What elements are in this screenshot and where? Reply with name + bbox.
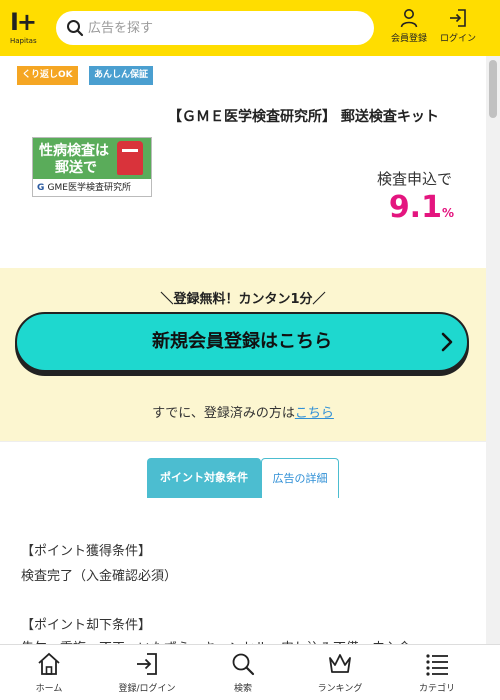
login-button[interactable]: ログイン xyxy=(434,8,482,48)
nav-ranking-label: ランキング xyxy=(317,684,363,694)
register-button[interactable]: 会員登録 xyxy=(385,8,433,48)
nav-search-label: 検索 xyxy=(233,684,252,694)
login-icon xyxy=(137,653,157,675)
home-icon xyxy=(38,652,60,675)
product-image-line2: 郵送で xyxy=(55,160,97,176)
reward-label: 検査申込で xyxy=(376,170,452,188)
reward-unit: % xyxy=(441,206,454,220)
search-input[interactable] xyxy=(88,11,364,45)
login-icon xyxy=(450,9,466,27)
scrollbar-thumb[interactable] xyxy=(489,60,497,118)
tabs-divider xyxy=(0,441,486,442)
logo-text: Hapitas xyxy=(10,37,37,45)
page-scrollbar[interactable] xyxy=(486,56,500,644)
register-button-label: 新規会員登録はこちら xyxy=(152,331,332,352)
tab-point-conditions[interactable]: ポイント対象条件 xyxy=(147,458,261,498)
product-image-brand-text: GME医学検査研究所 xyxy=(47,183,131,193)
login-prompt: すでに、登録済みの方は xyxy=(152,406,295,421)
brand-mark-icon: G xyxy=(37,183,48,193)
existing-member-login: すでに、登録済みの方はこちら xyxy=(0,402,486,421)
reward-value: 9.1 xyxy=(388,190,442,225)
logo-mark: I+ xyxy=(10,8,37,36)
badge-guarantee: あんしん保証 xyxy=(89,66,154,85)
bottom-nav: ホーム 登録/ログイン 検索 ランキング カテゴリ xyxy=(0,644,500,700)
product-image: 性病検査は 郵送で G GME医学検査研究所 xyxy=(32,137,152,197)
product-image-brand: G GME医学検査研究所 xyxy=(33,179,151,196)
crown-icon xyxy=(329,654,351,673)
nav-home-label: ホーム xyxy=(35,684,63,694)
chevron-right-icon xyxy=(441,332,453,352)
nav-category[interactable]: カテゴリ xyxy=(388,649,486,699)
search-icon xyxy=(232,653,255,676)
nav-category-label: カテゴリ xyxy=(418,684,455,694)
condition-heading-reject: 【ポイント却下条件】 xyxy=(21,618,152,633)
nav-login[interactable]: 登録/ログイン xyxy=(98,649,196,699)
new-member-register-button[interactable]: 新規会員登録はこちら xyxy=(15,312,469,372)
nav-login-label: 登録/ログイン xyxy=(118,684,176,694)
search-icon xyxy=(67,20,84,37)
search-box[interactable] xyxy=(56,11,374,45)
user-icon xyxy=(400,9,418,28)
product-title: 【ＧＭＥ医学検査研究所】 郵送検査キット xyxy=(168,109,439,125)
badge-repeat-ok: くり返しOK xyxy=(17,66,78,85)
header: I+ Hapitas 会員登録 ログイン xyxy=(0,0,500,56)
login-label: ログイン xyxy=(439,34,476,44)
postbox-icon xyxy=(117,141,143,175)
hapitas-logo[interactable]: I+ Hapitas xyxy=(10,8,46,46)
register-label: 会員登録 xyxy=(390,34,427,44)
registration-catchphrase: ＼登録無料！カンタン1分／ xyxy=(160,292,326,307)
nav-search[interactable]: 検索 xyxy=(194,649,292,699)
condition-text-earn: 検査完了（入金確認必須） xyxy=(21,569,178,584)
tab-ad-details[interactable]: 広告の詳細 xyxy=(261,458,339,498)
reward-rate: 9.1% xyxy=(330,190,454,225)
nav-ranking[interactable]: ランキング xyxy=(291,649,389,699)
list-icon xyxy=(426,654,448,676)
login-link[interactable]: こちら xyxy=(295,406,334,421)
registration-section: ＼登録無料！カンタン1分／ 新規会員登録はこちら すでに、登録済みの方はこちら xyxy=(0,268,486,441)
condition-heading-earn: 【ポイント獲得条件】 xyxy=(21,544,152,559)
nav-home[interactable]: ホーム xyxy=(0,649,98,699)
